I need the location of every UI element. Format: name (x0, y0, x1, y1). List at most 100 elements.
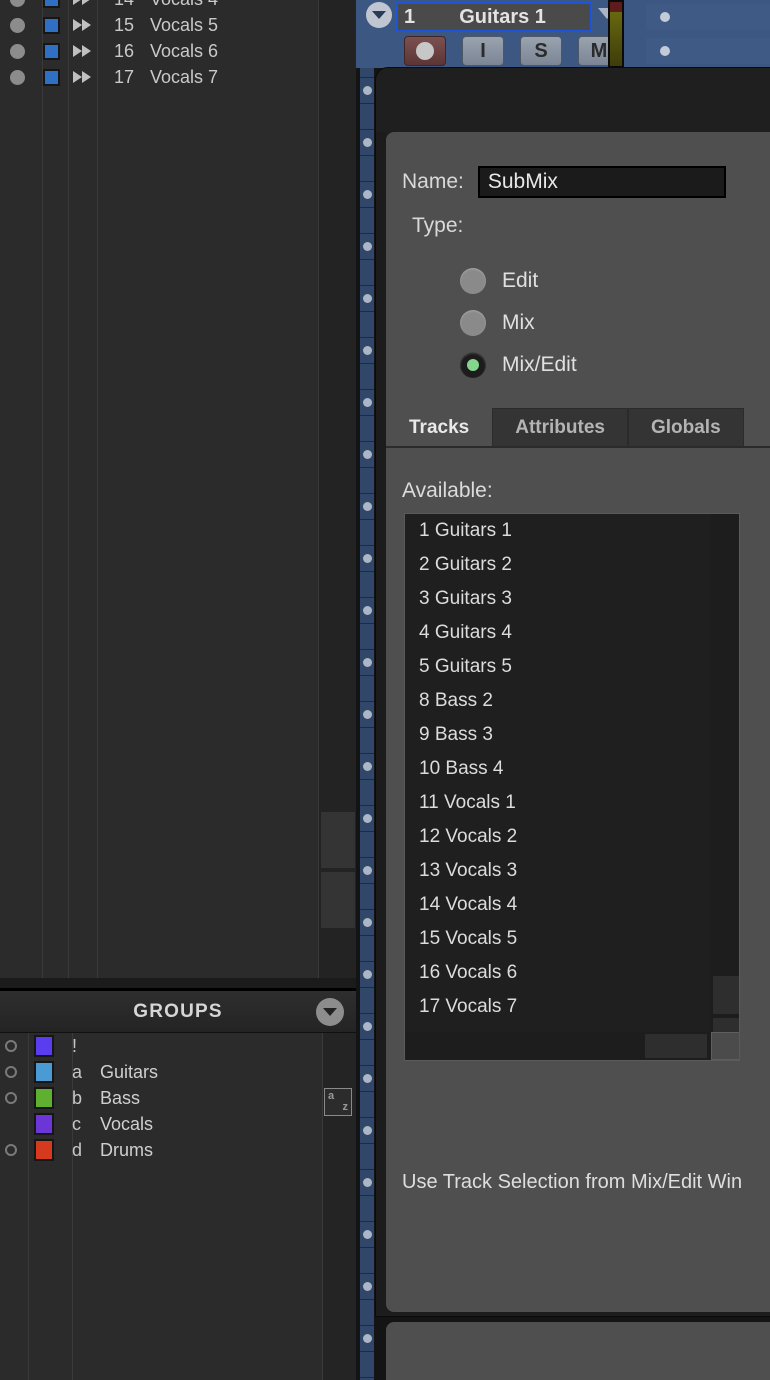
mixer-strip-cell[interactable] (360, 1066, 374, 1092)
track-show-hide-dot[interactable] (0, 69, 34, 85)
mixer-strip-cell[interactable] (360, 1248, 374, 1274)
chevron-down-icon[interactable] (316, 998, 344, 1026)
mixer-strip-cell[interactable] (360, 546, 374, 572)
group-color-swatch[interactable] (22, 1061, 66, 1083)
group-enable-dot[interactable] (0, 1092, 22, 1104)
sort-a-z-icon[interactable]: a z (324, 1088, 352, 1116)
fast-forward-icon[interactable] (68, 18, 98, 32)
mixer-strip-cell[interactable] (360, 1352, 374, 1378)
mixer-strip-cell[interactable] (360, 390, 374, 416)
track-color-swatch[interactable] (34, 0, 68, 8)
available-track-item[interactable]: 12 Vocals 2 (405, 820, 739, 854)
available-track-item[interactable]: 14 Vocals 4 (405, 888, 739, 922)
track-row[interactable]: 16 Vocals 6 (0, 38, 356, 64)
available-track-item[interactable]: 8 Bass 2 (405, 684, 739, 718)
tab-tracks[interactable]: Tracks (386, 408, 493, 446)
track-color-swatch[interactable] (34, 16, 68, 34)
type-radio-group[interactable]: Edit Mix Mix/Edit (460, 260, 577, 386)
type-radio-edit[interactable]: Edit (460, 260, 577, 302)
mixer-strip-cell[interactable] (360, 728, 374, 754)
available-track-item[interactable]: 11 Vocals 1 (405, 786, 739, 820)
type-radio-mix-edit[interactable]: Mix/Edit (460, 344, 577, 386)
mixer-strip-cell[interactable] (360, 338, 374, 364)
name-input[interactable]: SubMix (477, 166, 726, 198)
mixer-strip-cell[interactable] (360, 520, 374, 546)
mixer-strip-cell[interactable] (360, 884, 374, 910)
group-enable-dot[interactable] (0, 1118, 22, 1130)
mixer-strip-cell[interactable] (360, 780, 374, 806)
mixer-strip-cell[interactable] (360, 1092, 374, 1118)
mixer-strip-cell[interactable] (360, 1196, 374, 1222)
mixer-strip-cell[interactable] (360, 806, 374, 832)
group-color-swatch[interactable] (22, 1113, 66, 1135)
fast-forward-icon[interactable] (68, 0, 98, 6)
group-row[interactable]: ! (0, 1033, 356, 1059)
dialog-titlebar[interactable] (376, 68, 770, 132)
group-color-swatch[interactable] (22, 1139, 66, 1161)
mixer-strip-cell[interactable] (360, 650, 374, 676)
available-tracks-list[interactable]: 1 Guitars 12 Guitars 23 Guitars 34 Guita… (404, 513, 740, 1061)
chevron-down-icon[interactable] (366, 2, 392, 28)
mixer-strip-cell[interactable] (360, 312, 374, 338)
radio-button[interactable] (460, 310, 486, 336)
group-enable-dot[interactable] (0, 1144, 22, 1156)
mixer-strip-cell[interactable] (360, 598, 374, 624)
solo-button[interactable]: S (520, 36, 562, 66)
mixer-strip-cell[interactable] (360, 1222, 374, 1248)
available-track-item[interactable]: 10 Bass 4 (405, 752, 739, 786)
track-color-swatch[interactable] (34, 42, 68, 60)
group-row[interactable]: c Vocals (0, 1111, 356, 1137)
group-color-swatch[interactable] (22, 1035, 66, 1057)
mixer-strip-cell[interactable] (360, 832, 374, 858)
send-row[interactable] (646, 38, 770, 64)
mixer-strip-cell[interactable] (360, 624, 374, 650)
mixer-strip-cell[interactable] (360, 988, 374, 1014)
track-row[interactable]: 15 Vocals 5 (0, 12, 356, 38)
tab-attributes[interactable]: Attributes (492, 408, 628, 446)
available-track-item[interactable]: 16 Vocals 6 (405, 956, 739, 990)
radio-button[interactable] (460, 352, 486, 378)
mixer-strip-cell[interactable] (360, 1014, 374, 1040)
mixer-strip-cell[interactable] (360, 104, 374, 130)
group-row[interactable]: d Drums (0, 1137, 356, 1163)
track-color-swatch[interactable] (34, 68, 68, 86)
mixer-strip-cell[interactable] (360, 1118, 374, 1144)
dialog-tabs[interactable]: Tracks Attributes Globals (386, 408, 770, 448)
track-show-hide-dot[interactable] (0, 17, 34, 33)
available-track-item[interactable]: 5 Guitars 5 (405, 650, 739, 684)
mixer-strip-cell[interactable] (360, 936, 374, 962)
available-list-vscrollbar[interactable] (711, 514, 739, 1060)
track-list[interactable]: 14Vocals 4 15 Vocals 5 16 Vocals 6 17 Vocals 7 (0, 0, 356, 978)
group-row[interactable]: a Guitars (0, 1059, 356, 1085)
track-row[interactable]: 14Vocals 4 (0, 0, 356, 12)
available-list-hscrollbar[interactable] (405, 1032, 711, 1060)
fast-forward-icon[interactable] (68, 70, 98, 84)
track-show-hide-dot[interactable] (0, 43, 34, 59)
mixer-strip-cell[interactable] (360, 1274, 374, 1300)
mixer-strip-cell[interactable] (360, 156, 374, 182)
mixer-strip-cell[interactable] (360, 442, 374, 468)
mixer-strip-cell[interactable] (360, 676, 374, 702)
available-track-item[interactable]: 13 Vocals 3 (405, 854, 739, 888)
group-color-swatch[interactable] (22, 1087, 66, 1109)
mixer-strip-cell[interactable] (360, 1326, 374, 1352)
mixer-strip-cell[interactable] (360, 208, 374, 234)
available-track-item[interactable]: 15 Vocals 5 (405, 922, 739, 956)
mixer-strip-cell[interactable] (360, 130, 374, 156)
mixer-strip-cell[interactable] (360, 910, 374, 936)
input-button[interactable]: I (462, 36, 504, 66)
mixer-strip-cell[interactable] (360, 234, 374, 260)
mixer-strip-cell[interactable] (360, 1144, 374, 1170)
mixer-strip-cell[interactable] (360, 494, 374, 520)
mixer-strip-cell[interactable] (360, 1300, 374, 1326)
mixer-strip-cell[interactable] (360, 962, 374, 988)
mixer-strip-cell[interactable] (360, 182, 374, 208)
fast-forward-icon[interactable] (68, 44, 98, 58)
available-track-item[interactable]: 1 Guitars 1 (405, 514, 739, 548)
groups-scrollbar[interactable] (322, 1033, 356, 1380)
mixer-strip-cell[interactable] (360, 468, 374, 494)
send-row[interactable] (646, 4, 770, 30)
mixer-strip-cell[interactable] (360, 572, 374, 598)
group-enable-dot[interactable] (0, 1040, 22, 1052)
record-circle-icon[interactable] (404, 36, 446, 66)
